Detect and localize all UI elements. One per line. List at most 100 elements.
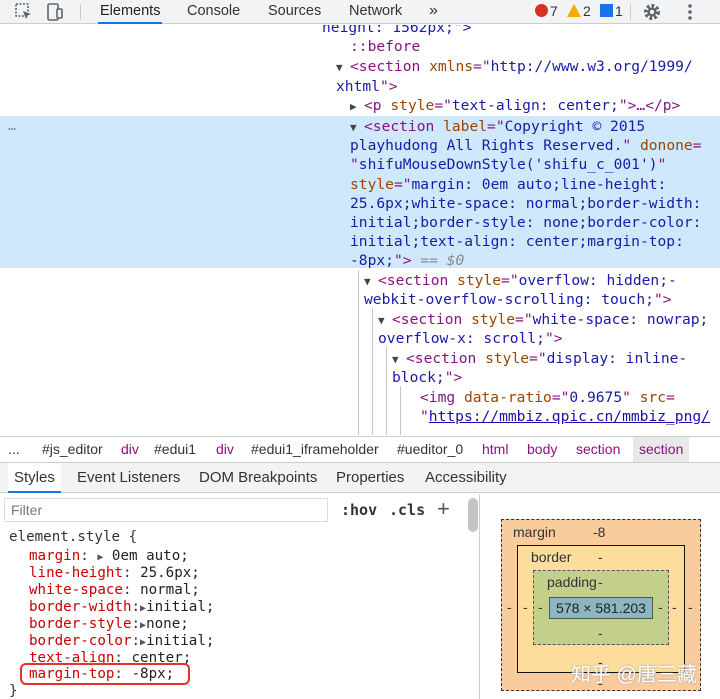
error-count-badge[interactable]: 7 — [535, 3, 558, 19]
property-value[interactable]: -8px; — [132, 666, 175, 682]
tree-line-continuation: initial;text-align: center;margin-top: — [350, 232, 684, 252]
property-name[interactable]: margin — [29, 548, 80, 564]
collapse-triangle-icon[interactable]: ▼ — [350, 118, 364, 138]
new-style-rule-button[interactable]: + — [437, 496, 450, 522]
box-model-content-size[interactable]: 578 × 581.203 — [549, 597, 653, 619]
breadcrumb-item[interactable]: #js_editor — [42, 437, 103, 462]
declaration-margin[interactable]: margin: ▶ 0em auto; — [29, 548, 189, 566]
tab-elements[interactable]: Elements — [98, 0, 163, 24]
tree-node-section-xmlns[interactable]: ▼ <section xmlns="http://www.w3.org/1999/ — [336, 57, 693, 78]
property-name[interactable]: border-style — [29, 616, 132, 632]
breadcrumb-item[interactable]: #edui1 — [154, 437, 196, 462]
node-actions-ellipsis[interactable]: … — [8, 117, 16, 137]
breadcrumb-item-selected[interactable]: section — [633, 437, 690, 462]
more-options-icon[interactable] — [680, 2, 700, 22]
tree-node-section-inline-block[interactable]: ▼ <section style="display: inline- — [392, 349, 687, 370]
tab-event-listeners[interactable]: Event Listeners — [77, 463, 180, 493]
margin-right-value[interactable]: - — [688, 599, 693, 615]
cls-toggle-button[interactable]: .cls — [389, 501, 425, 519]
more-tabs-button[interactable]: » — [427, 0, 440, 24]
attr-value: initial;text-align: center;margin-top: — [350, 233, 684, 250]
breadcrumb-item[interactable]: #ueditor_0 — [397, 437, 463, 462]
tag-name: <section — [350, 58, 421, 75]
breadcrumb-item[interactable]: div — [121, 437, 139, 462]
tree-node-p[interactable]: ▶ <p style="text-align: center;">…</p> — [350, 96, 680, 117]
tree-node-section-overflow[interactable]: ▼ <section style="overflow: hidden;- — [364, 271, 677, 292]
tag-name: <section — [364, 118, 435, 135]
indent-guide — [386, 347, 387, 435]
warning-icon — [567, 4, 581, 17]
settings-gear-icon[interactable] — [642, 2, 662, 22]
tree-node-img[interactable]: <img data-ratio="0.9675" src= — [420, 388, 675, 408]
expand-triangle-icon[interactable]: ▶ — [97, 552, 103, 563]
declaration-border-color[interactable]: border-color:▶initial; — [29, 633, 214, 651]
breadcrumb-item[interactable]: html — [482, 437, 508, 462]
declaration-border-style[interactable]: border-style:▶none; — [29, 616, 189, 634]
tree-line-continuation: webkit-overflow-scrolling: touch;"> — [364, 291, 672, 308]
collapse-triangle-icon[interactable]: ▼ — [336, 58, 350, 78]
tree-line-continuation: style="margin: 0em auto;line-height: — [350, 176, 667, 193]
collapse-triangle-icon[interactable]: ▼ — [378, 311, 392, 331]
attr-name: style — [350, 176, 394, 193]
border-right-value[interactable]: - — [672, 599, 677, 615]
tab-accessibility[interactable]: Accessibility — [425, 463, 507, 493]
indent-guide — [372, 308, 373, 435]
attr-value: xhtml — [336, 78, 380, 95]
warning-count-badge[interactable]: 2 — [567, 3, 591, 19]
property-name[interactable]: line-height — [29, 565, 123, 581]
styles-pane: Filter :hov .cls + element.style { margi… — [0, 494, 480, 699]
property-name[interactable]: border-color — [29, 633, 132, 649]
property-value[interactable]: initial; — [146, 633, 214, 649]
info-count-badge[interactable]: 1 — [600, 3, 623, 19]
declaration-border-width[interactable]: border-width:▶initial; — [29, 599, 214, 617]
breadcrumb-item[interactable]: body — [527, 437, 557, 462]
padding-top-value[interactable]: - — [598, 574, 603, 590]
tab-network[interactable]: Network — [347, 0, 404, 24]
padding-bottom-value[interactable]: - — [598, 625, 603, 641]
property-value[interactable]: normal; — [140, 582, 200, 598]
hov-toggle-button[interactable]: :hov — [341, 501, 377, 519]
img-src-link[interactable]: https://mmbiz.qpic.cn/mmbiz_png/ — [429, 408, 710, 425]
tab-styles[interactable]: Styles — [8, 463, 61, 493]
breadcrumb-item[interactable]: div — [216, 437, 234, 462]
property-name[interactable]: margin-top — [29, 666, 114, 682]
border-left-value[interactable]: - — [523, 599, 528, 615]
style-rule-close: } — [9, 683, 18, 699]
property-name[interactable]: white-space — [29, 582, 123, 598]
collapse-triangle-icon[interactable]: ▼ — [364, 272, 378, 292]
device-toolbar-icon[interactable] — [45, 2, 65, 22]
declaration-margin-top[interactable]: margin-top: -8px; — [29, 666, 174, 683]
filter-input[interactable]: Filter — [4, 498, 328, 522]
tree-node-selected-section[interactable]: ▼ <section label="Copyright © 2015 — [350, 117, 645, 138]
expand-triangle-icon[interactable]: ▶ — [350, 97, 364, 117]
margin-left-value[interactable]: - — [507, 599, 512, 615]
breadcrumb-item[interactable]: section — [576, 437, 620, 462]
tab-dom-breakpoints[interactable]: DOM Breakpoints — [199, 463, 317, 493]
padding-right-value[interactable]: - — [658, 599, 663, 615]
property-value[interactable]: 0em auto; — [112, 548, 189, 564]
padding-left-value[interactable]: - — [538, 599, 543, 615]
breadcrumb-ellipsis[interactable]: ... — [8, 437, 20, 462]
property-value[interactable]: none; — [146, 616, 189, 632]
declaration-line-height[interactable]: line-height: 25.6px; — [29, 565, 200, 582]
tree-line-before[interactable]: ::before — [350, 37, 420, 57]
breadcrumb-item[interactable]: #edui1_iframeholder — [251, 437, 379, 462]
tab-sources[interactable]: Sources — [266, 0, 323, 24]
scrollbar-thumb[interactable] — [468, 498, 478, 532]
attr-value: overflow: hidden;- — [518, 272, 677, 289]
inspect-element-icon[interactable] — [14, 2, 34, 22]
tab-console[interactable]: Console — [185, 0, 242, 24]
tab-properties[interactable]: Properties — [336, 463, 404, 493]
property-value[interactable]: initial; — [146, 599, 214, 615]
margin-top-value[interactable]: -8 — [593, 524, 605, 540]
tag-name: <section — [378, 272, 449, 289]
elements-tree[interactable]: height: 1562px;"> ::before ▼ <section xml… — [0, 25, 720, 435]
declaration-white-space[interactable]: white-space: normal; — [29, 582, 200, 599]
collapse-triangle-icon[interactable]: ▼ — [392, 350, 406, 370]
border-top-value[interactable]: - — [598, 549, 603, 565]
attr-name: donone — [639, 137, 693, 154]
property-value[interactable]: 25.6px; — [140, 565, 200, 581]
tree-node-section-nowrap[interactable]: ▼ <section style="white-space: nowrap; — [378, 310, 708, 331]
tree-line-continuation: -8px;"> == $0 — [350, 252, 465, 269]
property-name[interactable]: border-width — [29, 599, 132, 615]
